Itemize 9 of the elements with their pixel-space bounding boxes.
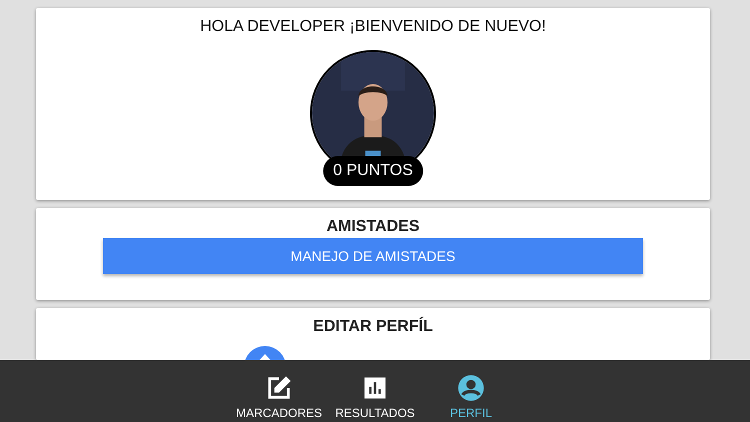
section-title: EDITAR PERFÍL [313,318,433,336]
nav-tab[interactable]: RESULTADOS [330,360,420,422]
nav-tab[interactable]: PERFIL [426,360,516,422]
manage-friends-button[interactable]: MANEJO DE AMISTADES [103,238,643,274]
person-icon [457,374,485,402]
nav-tab[interactable]: MARCADORES [234,360,324,422]
points-badge: 0 PUNTOS [323,156,423,186]
greeting-text: HOLA DEVELOPER ¡BIENVENIDO DE NUEVO! [200,18,546,36]
section-title: AMISTADES [326,218,420,236]
